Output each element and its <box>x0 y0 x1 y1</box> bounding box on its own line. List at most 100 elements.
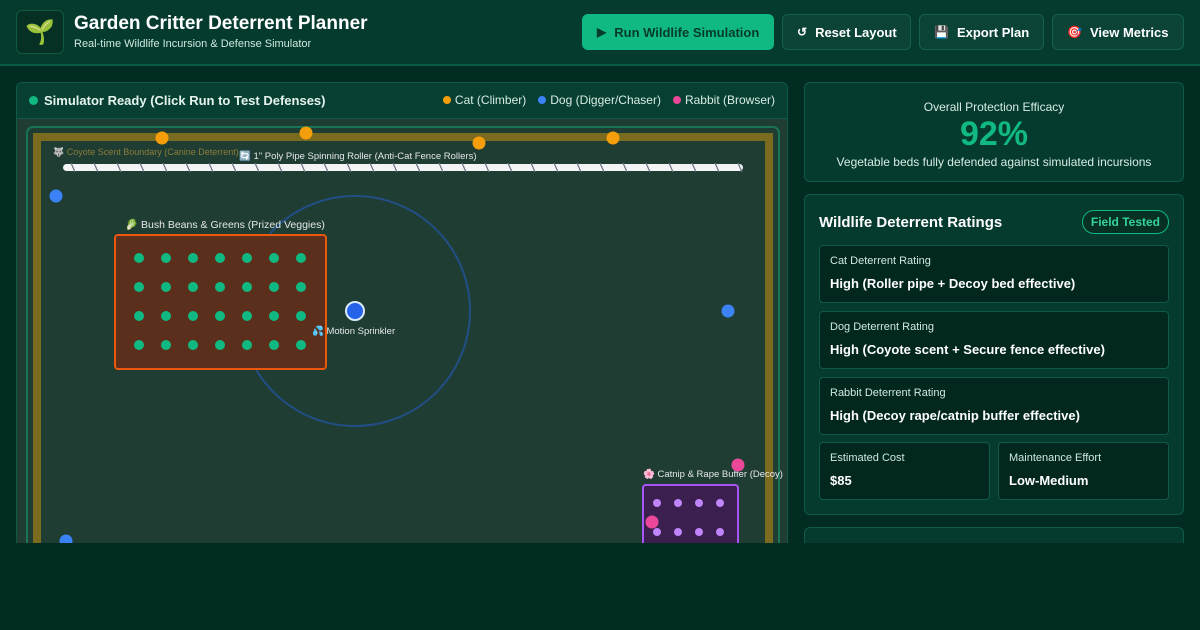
deterrent-ratings-card: Wildlife Deterrent Ratings Field Tested … <box>804 194 1184 515</box>
reset-icon: ↺ <box>797 25 808 39</box>
efficacy-value: 92% <box>959 115 1029 153</box>
run-simulation-button[interactable]: ▶ Run Wildlife Simulation <box>582 14 774 50</box>
maintenance-effort-box: Maintenance Effort Low-Medium <box>998 442 1169 500</box>
target-icon: 🎯 <box>1067 25 1082 39</box>
rabbit-rating-box: Rabbit Deterrent Rating High (Decoy rape… <box>819 377 1169 435</box>
dog-marker <box>721 304 735 318</box>
protection-efficacy-card: Overall Protection Efficacy 92% Vegetabl… <box>804 82 1184 182</box>
veggie-plant <box>269 253 279 263</box>
veggie-plant <box>215 282 225 292</box>
veggie-plant <box>161 253 171 263</box>
veggie-plant <box>242 311 252 321</box>
cat-marker <box>472 136 486 150</box>
rabbit-marker <box>731 458 745 472</box>
veggie-plant <box>296 282 306 292</box>
legend-item-rabbit: Rabbit (Browser) <box>672 93 775 107</box>
dog-dot-icon <box>538 96 547 104</box>
app-title: Garden Critter Deterrent Planner <box>74 13 368 34</box>
seedling-icon: 🌱 <box>16 10 64 54</box>
veggie-plant <box>296 340 306 350</box>
veggie-plant <box>215 311 225 321</box>
decoy-plant <box>674 528 682 536</box>
cat-rating-label: Cat Deterrent Rating <box>830 255 931 267</box>
play-icon: ▶ <box>597 25 607 39</box>
decoy-plant <box>695 499 703 507</box>
simulator-panel: Simulator Ready (Click Run to Test Defen… <box>16 82 788 562</box>
decoy-plant <box>716 528 724 536</box>
veggie-plant <box>134 253 144 263</box>
veggie-plant <box>134 340 144 350</box>
decoy-plant <box>653 499 661 507</box>
legend-label-rabbit: Rabbit (Browser) <box>684 93 775 107</box>
reset-layout-label: Reset Layout <box>815 24 897 40</box>
cat-rating-value: High (Roller pipe + Decoy bed effective) <box>830 276 1076 291</box>
veggie-plant <box>242 340 252 350</box>
efficacy-label: Overall Protection Efficacy <box>923 100 1065 114</box>
simulator-status: Simulator Ready (Click Run to Test Defen… <box>44 93 326 108</box>
maintenance-effort-value: Low-Medium <box>1009 473 1089 488</box>
veggie-plant <box>161 311 171 321</box>
veggie-plant <box>269 340 279 350</box>
decoy-plant <box>716 499 724 507</box>
veggie-plant <box>215 340 225 350</box>
critter-legend: Cat (Climber) Dog (Digger/Chaser) Rabbit… <box>442 93 775 107</box>
decoy-buffer-label: 🌸 Catnip & Rape Buffer (Decoy) <box>643 468 783 480</box>
run-simulation-label: Run Wildlife Simulation <box>614 24 760 40</box>
view-metrics-button[interactable]: 🎯 View Metrics <box>1052 14 1184 50</box>
veggie-plant <box>188 340 198 350</box>
legend-label-dog: Dog (Digger/Chaser) <box>550 93 661 107</box>
veggie-plant <box>188 282 198 292</box>
veggie-plant <box>242 253 252 263</box>
decoy-plant <box>653 528 661 536</box>
app-header: 🌱 Garden Critter Deterrent Planner Real-… <box>0 0 1200 66</box>
legend-item-cat: Cat (Climber) <box>442 93 527 107</box>
estimated-cost-value: $85 <box>830 473 852 488</box>
veggie-plant <box>188 311 198 321</box>
veggie-plant <box>269 282 279 292</box>
estimated-cost-label: Estimated Cost <box>830 452 905 464</box>
estimated-cost-box: Estimated Cost $85 <box>819 442 990 500</box>
decoy-plant <box>695 528 703 536</box>
motion-sprinkler-icon[interactable] <box>345 301 365 321</box>
rabbit-marker <box>645 515 659 529</box>
save-icon: 💾 <box>934 25 949 39</box>
export-plan-label: Export Plan <box>956 24 1030 40</box>
legend-item-dog: Dog (Digger/Chaser) <box>538 93 661 107</box>
rabbit-rating-value: High (Decoy rape/catnip buffer effective… <box>830 408 1080 423</box>
reset-layout-button[interactable]: ↺ Reset Layout <box>782 14 911 50</box>
scent-boundary-label: 🐺 Coyote Scent Boundary (Canine Deterren… <box>53 146 239 157</box>
vegetable-bed-label: 🥬 Bush Beans & Greens (Prized Veggies) <box>125 218 325 231</box>
veggie-plant <box>215 253 225 263</box>
dog-rating-box: Dog Deterrent Rating High (Coyote scent … <box>819 311 1169 369</box>
veggie-plant <box>269 311 279 321</box>
veggie-plant <box>296 311 306 321</box>
maintenance-effort-label: Maintenance Effort <box>1009 452 1102 464</box>
cat-marker <box>606 131 620 145</box>
app-subtitle: Real-time Wildlife Incursion & Defense S… <box>74 38 312 50</box>
garden-field[interactable]: 🐺 Coyote Scent Boundary (Canine Deterren… <box>17 119 788 562</box>
simulator-header: Simulator Ready (Click Run to Test Defen… <box>17 83 787 119</box>
view-metrics-label: View Metrics <box>1089 24 1169 40</box>
cat-rating-box: Cat Deterrent Rating High (Roller pipe +… <box>819 245 1169 303</box>
ratings-title: Wildlife Deterrent Ratings <box>819 214 1003 231</box>
veggie-plant <box>161 340 171 350</box>
cat-dot-icon <box>442 96 451 104</box>
cat-marker <box>155 131 169 145</box>
decoy-plant <box>674 499 682 507</box>
page-footer-space <box>0 543 1200 630</box>
dog-marker <box>49 189 63 203</box>
veggie-plant <box>161 282 171 292</box>
efficacy-description: Vegetable beds fully defended against si… <box>836 155 1152 169</box>
veggie-plant <box>134 282 144 292</box>
status-indicator-icon <box>29 96 38 105</box>
export-plan-button[interactable]: 💾 Export Plan <box>919 14 1044 50</box>
motion-sprinkler-label: 💦 Motion Sprinkler <box>312 324 395 337</box>
rabbit-rating-label: Rabbit Deterrent Rating <box>830 387 946 399</box>
legend-label-cat: Cat (Climber) <box>454 93 527 107</box>
veggie-plant <box>188 253 198 263</box>
veggie-plant <box>242 282 252 292</box>
veggie-plant <box>296 253 306 263</box>
dog-rating-value: High (Coyote scent + Secure fence effect… <box>830 342 1105 357</box>
veggie-plant <box>134 311 144 321</box>
cat-marker <box>299 126 313 140</box>
